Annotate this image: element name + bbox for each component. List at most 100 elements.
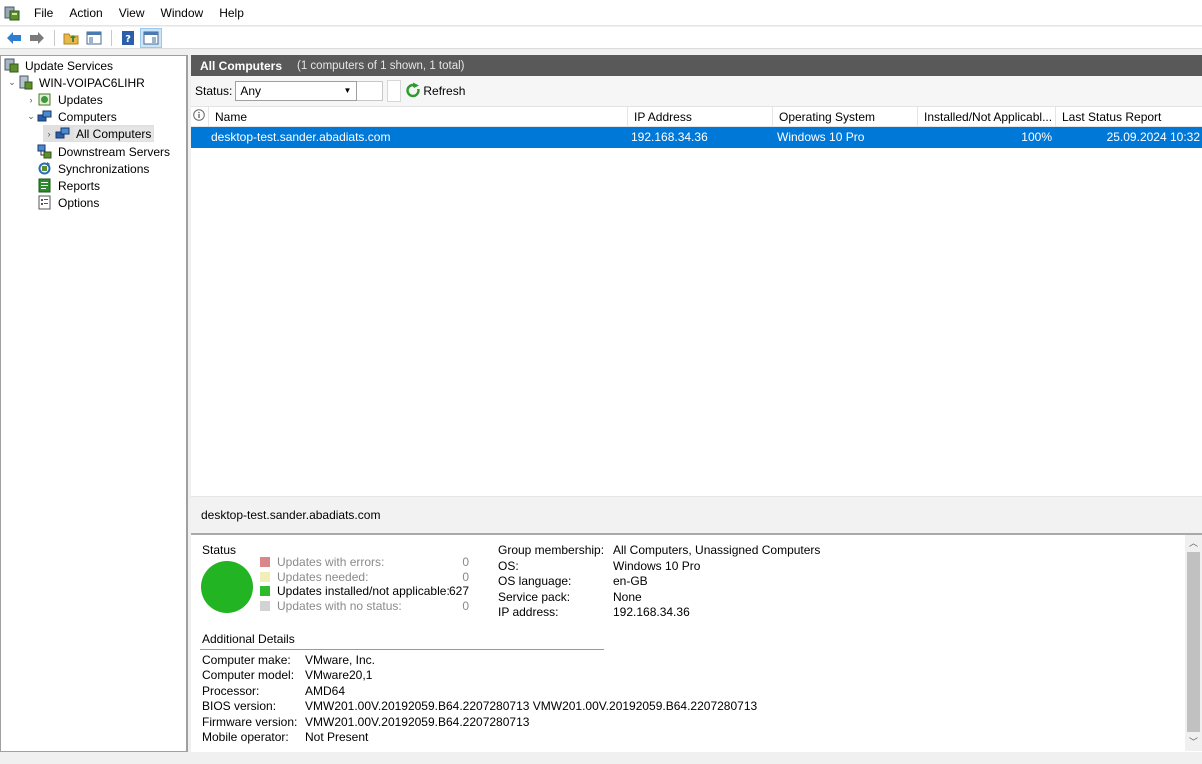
status-bar	[0, 752, 1202, 764]
tree-label: WIN-VOIPAC6LIHR	[39, 75, 145, 90]
up-folder-icon[interactable]	[60, 28, 82, 48]
tree-item-downstream-servers[interactable]: Downstream Servers	[37, 143, 172, 160]
filter-edge	[387, 80, 402, 102]
legend-label: Updates needed:	[277, 569, 369, 584]
view-title-bar: All Computers (1 computers of 1 shown, 1…	[191, 55, 1202, 76]
info-column-header[interactable]	[191, 107, 209, 127]
computers-icon	[37, 109, 52, 124]
heading-underline	[200, 649, 604, 650]
cell-os: Windows 10 Pro	[777, 130, 865, 144]
additional-value: VMW201.00V.20192059.B64.2207280713 VMW20…	[305, 699, 758, 714]
synchronization-icon	[37, 161, 52, 176]
tree-item-all-computers[interactable]: › All Computers	[43, 125, 154, 142]
view-title: All Computers	[200, 58, 283, 73]
chevron-down-icon[interactable]: ⌄	[6, 77, 18, 88]
tree-item-synchronizations[interactable]: Synchronizations	[37, 160, 151, 177]
additional-label: Firmware version:	[202, 714, 298, 729]
toolbar-separator	[111, 29, 112, 46]
additional-value: VMW201.00V.20192059.B64.2207280713	[305, 714, 530, 729]
legend-label: Updates with errors:	[277, 555, 385, 569]
show-hide-console-tree-icon[interactable]	[83, 28, 105, 48]
options-icon	[37, 195, 52, 210]
additional-value: AMD64	[305, 683, 346, 698]
column-header-ip-address[interactable]: IP Address	[628, 107, 773, 127]
tree-label: Update Services	[25, 58, 114, 73]
info-label: Group membership:	[498, 543, 605, 557]
tree-item-server[interactable]: ⌄ WIN-VOIPAC6LIHR	[6, 74, 147, 91]
info-value: Windows 10 Pro	[613, 558, 701, 573]
legend-swatch	[260, 586, 270, 596]
chevron-right-icon[interactable]: ›	[43, 129, 55, 139]
menu-bar: File Action View Window Help	[0, 0, 1202, 26]
column-header-operating-system[interactable]: Operating System	[773, 107, 918, 127]
wsus-app-icon	[4, 5, 20, 21]
additional-label: Processor:	[202, 683, 260, 698]
tree-label: Computers	[58, 109, 117, 124]
menu-file[interactable]: File	[26, 0, 61, 26]
info-label: Service pack:	[498, 589, 571, 604]
legend-label: Updates installed/not applicable:	[277, 584, 450, 598]
cell-last-status-report: 25.09.2024 10:32	[1106, 130, 1200, 144]
update-services-icon	[4, 58, 19, 73]
info-value: None	[613, 589, 642, 604]
info-label: OS language:	[498, 574, 572, 588]
legend-count: 627	[448, 584, 469, 598]
table-row[interactable]: desktop-test.sander.abadiats.com 192.168…	[191, 127, 1202, 148]
column-header-installed[interactable]: Installed/Not Applicabl...	[918, 107, 1056, 127]
menu-view[interactable]: View	[111, 0, 153, 26]
toolbar-separator	[54, 29, 55, 46]
additional-label: Mobile operator:	[202, 730, 289, 744]
legend-count: 0	[462, 569, 469, 584]
tree-item-reports[interactable]: Reports	[37, 177, 102, 194]
scroll-down-icon[interactable]: ﹀	[1185, 734, 1202, 751]
dropdown-arrow-icon[interactable]: ▼	[343, 82, 351, 100]
chevron-down-icon[interactable]: ⌄	[25, 111, 37, 122]
scroll-thumb[interactable]	[1187, 552, 1200, 732]
view-subtitle: (1 computers of 1 shown, 1 total)	[297, 59, 465, 72]
status-heading: Status	[202, 543, 237, 557]
additional-label: Computer model:	[202, 668, 295, 683]
cell-name: desktop-test.sander.abadiats.com	[211, 130, 391, 144]
navigation-tree: Update Services ⌄ WIN-VOIPAC6LIHR › Upda…	[0, 55, 188, 752]
tree-item-options[interactable]: Options	[37, 194, 101, 211]
reports-icon	[37, 178, 52, 193]
tree-item-update-services[interactable]: Update Services	[4, 57, 115, 74]
menu-action[interactable]: Action	[61, 0, 110, 26]
grid-header: Name IP Address Operating System Install…	[191, 107, 1202, 127]
tree-item-computers[interactable]: ⌄ Computers	[25, 108, 119, 125]
scroll-up-icon[interactable]: ︿	[1185, 535, 1202, 552]
tree-label: Updates	[58, 92, 103, 107]
tree-label: Reports	[58, 178, 101, 193]
tree-item-updates[interactable]: › Updates	[25, 91, 105, 108]
info-value: 192.168.34.36	[613, 605, 690, 619]
info-value: en-GB	[613, 574, 648, 588]
computer-group-icon	[55, 126, 70, 141]
combo-spacer	[357, 81, 384, 101]
status-filter-label: Status:	[195, 84, 233, 98]
menu-help[interactable]: Help	[211, 0, 252, 26]
show-hide-action-pane-icon[interactable]	[140, 27, 162, 48]
column-header-last-status-report[interactable]: Last Status Report	[1056, 107, 1202, 127]
info-label: OS:	[498, 558, 519, 573]
tree-label: Downstream Servers	[58, 144, 171, 159]
back-arrow-icon[interactable]	[3, 28, 25, 48]
forward-arrow-icon[interactable]	[26, 28, 48, 48]
status-filter-value: Any	[240, 84, 262, 98]
tree-label: All Computers	[74, 126, 154, 141]
menu-window[interactable]: Window	[153, 0, 212, 26]
info-icon	[193, 109, 205, 121]
details-scrollbar[interactable]: ︿ ﹀	[1185, 535, 1202, 751]
additional-label: Computer make:	[202, 653, 291, 667]
grid-empty-area[interactable]	[191, 148, 1202, 496]
status-filter-dropdown[interactable]: Any ▼	[235, 81, 358, 101]
info-label: IP address:	[498, 605, 559, 619]
additional-label: BIOS version:	[202, 699, 277, 714]
additional-value: Not Present	[305, 730, 369, 744]
legend-count: 0	[462, 598, 469, 613]
cell-installed: 100%	[1021, 130, 1052, 144]
chevron-right-icon[interactable]: ›	[25, 95, 37, 105]
column-header-name[interactable]: Name	[209, 107, 628, 127]
refresh-button[interactable]: Refresh	[405, 82, 465, 101]
legend-swatch	[260, 600, 270, 611]
help-icon[interactable]: ?	[117, 28, 139, 48]
